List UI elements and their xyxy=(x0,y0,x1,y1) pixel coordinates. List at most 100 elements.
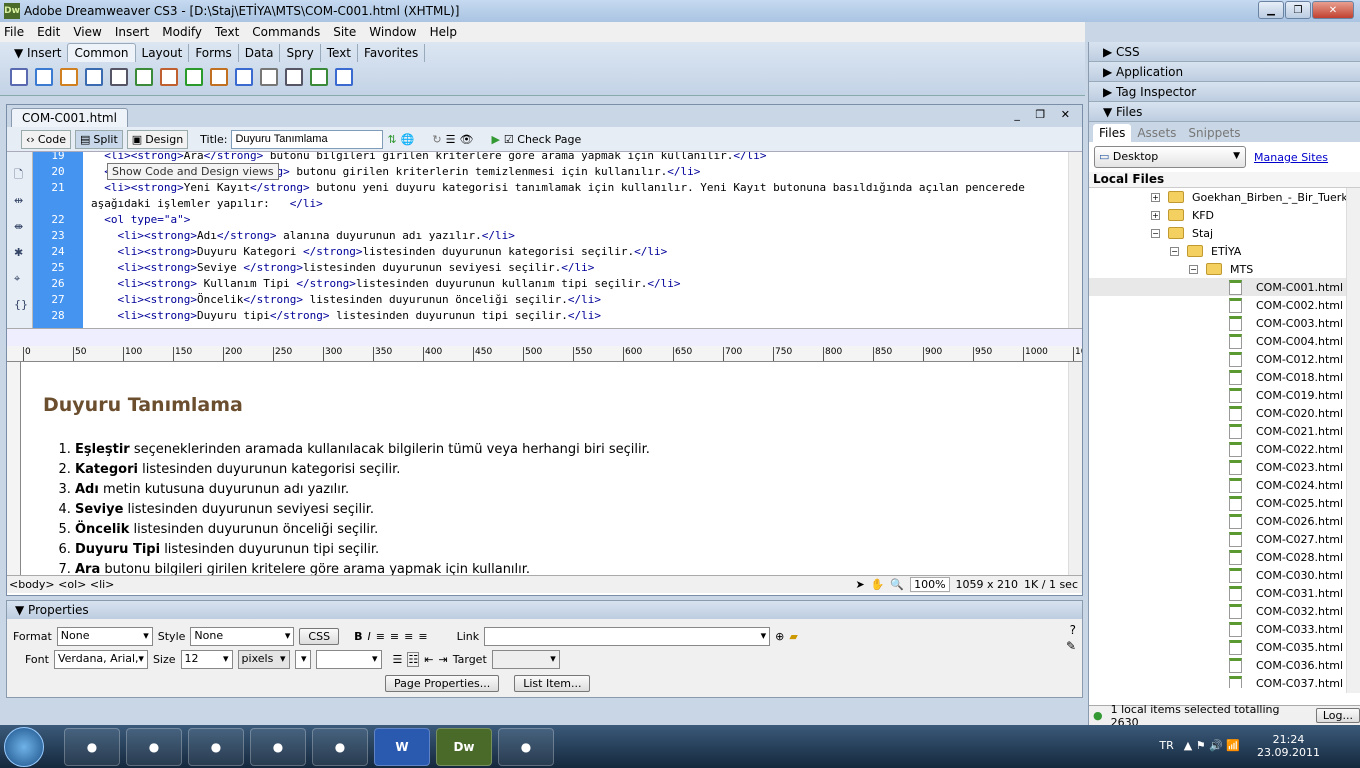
collapse-selection-icon[interactable]: ⇼ xyxy=(14,214,25,240)
tag-chooser-icon[interactable] xyxy=(335,68,353,86)
tag-selector[interactable]: <body> <ol> <li> xyxy=(9,578,114,591)
select-parent-tag-icon[interactable]: ⌖ xyxy=(14,266,25,292)
indent-button[interactable]: ⇥ xyxy=(439,653,448,666)
file-item[interactable]: COM-C033.html xyxy=(1089,620,1360,638)
manage-sites-link[interactable]: Manage Sites xyxy=(1254,151,1328,164)
split-view-button[interactable]: ▤ Split xyxy=(74,129,123,149)
select-tool-icon[interactable]: ➤ xyxy=(855,578,864,591)
file-item[interactable]: COM-C019.html xyxy=(1089,386,1360,404)
file-item[interactable]: COM-C001.html xyxy=(1089,278,1360,296)
expand-all-icon[interactable]: ✱ xyxy=(14,240,25,266)
design-view[interactable]: Duyuru Tanımlama Eşleştir seçeneklerinde… xyxy=(7,362,1082,575)
color-input[interactable] xyxy=(315,650,382,669)
target-select[interactable] xyxy=(491,650,560,669)
link-input[interactable] xyxy=(484,627,771,646)
properties-title[interactable]: ▼ Properties xyxy=(7,601,1082,619)
file-item[interactable]: COM-C022.html xyxy=(1089,440,1360,458)
taskbar-internet-explorer-icon[interactable]: ● xyxy=(188,728,244,766)
align-center-button[interactable]: ≡ xyxy=(390,630,399,643)
expand-icon[interactable]: + xyxy=(1151,210,1160,220)
script-icon[interactable] xyxy=(285,68,303,86)
taskbar-media-player-icon[interactable]: ● xyxy=(64,728,120,766)
list-item-button[interactable]: List Item... xyxy=(514,675,591,692)
file-item[interactable]: COM-C036.html xyxy=(1089,656,1360,674)
file-item[interactable]: COM-C027.html xyxy=(1089,530,1360,548)
clock[interactable]: 21:24 23.09.2011 xyxy=(1257,733,1320,759)
preview-globe-icon[interactable]: 🌐 xyxy=(401,133,415,146)
files-tab-assets[interactable]: Assets xyxy=(1131,124,1182,142)
color-picker[interactable] xyxy=(294,650,311,669)
design-view-button[interactable]: ▣ Design xyxy=(126,129,189,149)
taskbar-firefox-icon[interactable]: ● xyxy=(312,728,368,766)
insert-div-icon[interactable] xyxy=(110,68,128,86)
menu-site[interactable]: Site xyxy=(333,25,356,39)
taskbar-explorer-icon[interactable]: ● xyxy=(126,728,182,766)
file-item[interactable]: COM-C032.html xyxy=(1089,602,1360,620)
file-item[interactable]: COM-C035.html xyxy=(1089,638,1360,656)
file-item[interactable]: COM-C023.html xyxy=(1089,458,1360,476)
font-select[interactable]: Verdana, Arial, xyxy=(53,650,148,669)
code-view[interactable]: 19 <li><strong>Ara</strong> butonu bilgi… xyxy=(7,152,1082,328)
collapse-icon[interactable]: − xyxy=(1151,228,1160,238)
insert-tab-layout[interactable]: Layout xyxy=(136,44,190,62)
file-transfer-icon[interactable]: ⇅ xyxy=(387,133,396,146)
media-icon[interactable] xyxy=(160,68,178,86)
files-tab-files[interactable]: Files xyxy=(1093,124,1132,142)
panel-tag-inspector[interactable]: ▶ Tag Inspector xyxy=(1089,82,1360,102)
file-item[interactable]: COM-C031.html xyxy=(1089,584,1360,602)
log-button[interactable]: Log... xyxy=(1315,708,1360,723)
justify-button[interactable]: ≡ xyxy=(418,630,427,643)
menu-insert[interactable]: Insert xyxy=(115,25,149,39)
file-item[interactable]: COM-C028.html xyxy=(1089,548,1360,566)
insert-tab-common[interactable]: Common xyxy=(67,43,136,62)
code-scrollbar[interactable] xyxy=(1068,152,1082,328)
browse-folder-icon[interactable]: ▰ xyxy=(789,630,797,643)
page-properties-button[interactable]: Page Properties... xyxy=(385,675,500,692)
design-scrollbar[interactable] xyxy=(1068,362,1082,575)
insert-tab-forms[interactable]: Forms xyxy=(189,44,239,62)
quick-tag-editor-icon[interactable]: ✎ xyxy=(1066,639,1076,653)
taskbar-paint-icon[interactable]: ● xyxy=(498,728,554,766)
hand-tool-icon[interactable]: ✋ xyxy=(871,578,885,591)
files-tab-snippets[interactable]: Snippets xyxy=(1182,124,1246,142)
menu-commands[interactable]: Commands xyxy=(252,25,320,39)
file-item[interactable]: COM-C025.html xyxy=(1089,494,1360,512)
insert-tab-favorites[interactable]: Favorites xyxy=(358,44,426,62)
file-item[interactable]: COM-C003.html xyxy=(1089,314,1360,332)
hyperlink-icon[interactable] xyxy=(10,68,28,86)
folder-item[interactable]: − ETİYA xyxy=(1089,242,1360,260)
image-icon[interactable] xyxy=(135,68,153,86)
ordered-list-button[interactable]: ☷ xyxy=(407,652,420,667)
collapse-icon[interactable]: − xyxy=(1170,246,1179,256)
visual-aids-icon[interactable]: 👁 xyxy=(459,133,473,146)
comment-icon[interactable] xyxy=(235,68,253,86)
view-options-icon[interactable]: ☰ xyxy=(446,133,456,146)
code-view-button[interactable]: ‹› Code xyxy=(21,129,71,149)
templates-icon[interactable] xyxy=(310,68,328,86)
file-tree[interactable]: + Goekhan_Birben_-_Bir_Tuerk... + KFD − Staj −… xyxy=(1089,188,1360,688)
tray-icons[interactable]: ▲ ⚑ 🔊 📶 xyxy=(1184,739,1240,752)
zoom-select[interactable]: 100% xyxy=(910,577,950,592)
collapse-tag-icon[interactable]: ⇹ xyxy=(14,188,25,214)
file-item[interactable]: COM-C012.html xyxy=(1089,350,1360,368)
file-item[interactable]: COM-C021.html xyxy=(1089,422,1360,440)
folder-item[interactable]: − Staj xyxy=(1089,224,1360,242)
close-button[interactable]: ✕ xyxy=(1312,1,1354,19)
window-size[interactable]: 1059 x 210 xyxy=(956,578,1019,591)
table-icon[interactable] xyxy=(85,68,103,86)
taskbar-dw-icon[interactable]: Dw xyxy=(436,728,492,766)
bold-button[interactable]: B xyxy=(354,630,362,643)
open-documents-icon[interactable]: 🗋 xyxy=(14,162,25,188)
align-right-button[interactable]: ≡ xyxy=(404,630,413,643)
unordered-list-button[interactable]: ☰ xyxy=(393,653,403,666)
file-item[interactable]: COM-C018.html xyxy=(1089,368,1360,386)
file-item[interactable]: COM-C004.html xyxy=(1089,332,1360,350)
site-select[interactable]: ▭ Desktop xyxy=(1094,146,1246,168)
split-divider[interactable] xyxy=(7,328,1082,346)
head-icon[interactable] xyxy=(260,68,278,86)
files-scrollbar[interactable] xyxy=(1346,188,1360,693)
expand-icon[interactable]: + xyxy=(1151,192,1160,202)
language-indicator[interactable]: TR xyxy=(1159,739,1173,752)
file-item[interactable]: COM-C037.html xyxy=(1089,674,1360,688)
menu-edit[interactable]: Edit xyxy=(37,25,60,39)
